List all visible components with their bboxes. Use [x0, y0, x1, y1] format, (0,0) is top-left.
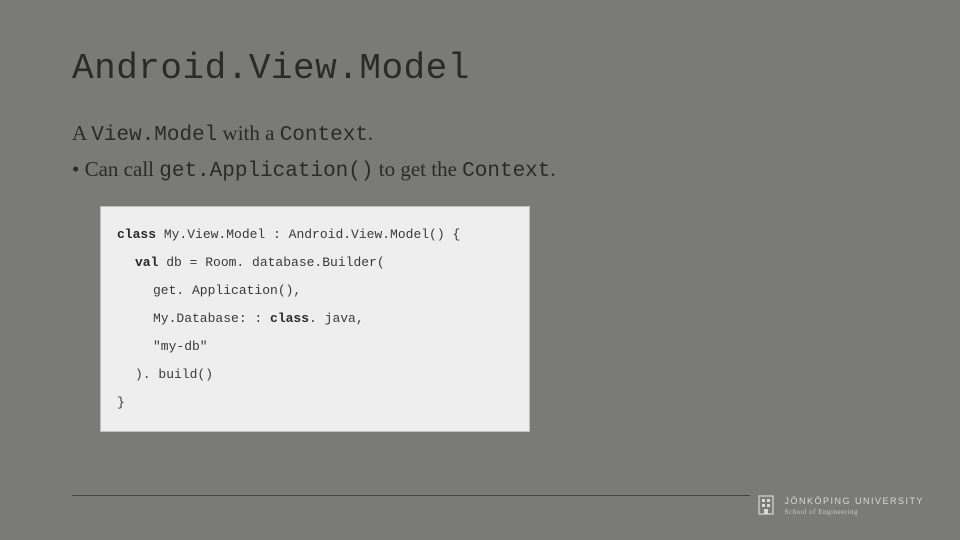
code-block: class My.View.Model : Android.View.Model…: [100, 206, 530, 432]
text-suffix: .: [368, 121, 373, 145]
text-prefix: A: [72, 121, 91, 145]
footer-logo: JÖNKÖPING UNIVERSITY School of Engineeri…: [756, 494, 924, 518]
code-line-6: ). build(): [117, 361, 513, 389]
university-logo-icon: [756, 494, 776, 518]
code-span-context: Context: [280, 124, 368, 147]
code-line-3: get. Application(),: [117, 277, 513, 305]
code-text: . java,: [309, 311, 364, 326]
text-mid: with a: [217, 121, 279, 145]
code-text: db = Room. database.Builder(: [158, 255, 384, 270]
code-line-1: class My.View.Model : Android.View.Model…: [117, 221, 513, 249]
footer-logo-text-wrap: JÖNKÖPING UNIVERSITY School of Engineeri…: [784, 496, 924, 515]
body-line-1: A View.Model with a Context. • Can call …: [72, 117, 888, 188]
code-text: My.View.Model : Android.View.Model() {: [156, 227, 460, 242]
code-span-context2: Context: [462, 160, 550, 183]
text-suffix2: .: [550, 157, 555, 181]
keyword-class2: class: [270, 311, 309, 326]
code-span-getapplication: get.Application(): [159, 160, 373, 183]
university-name: JÖNKÖPING UNIVERSITY: [784, 496, 924, 507]
code-line-4: My.Database: : class. java,: [117, 305, 513, 333]
code-line-7: }: [117, 389, 513, 417]
keyword-class: class: [117, 227, 156, 242]
text-mid2: to get the: [374, 157, 463, 181]
code-text: My.Database: :: [153, 311, 270, 326]
code-line-5: "my-db": [117, 333, 513, 361]
keyword-val: val: [135, 255, 158, 270]
footer-divider: [72, 495, 750, 496]
school-name: School of Engineering: [784, 508, 924, 516]
slide-content: Android.View.Model A View.Model with a C…: [0, 0, 960, 540]
slide-title: Android.View.Model: [72, 48, 888, 89]
code-line-2: val db = Room. database.Builder(: [117, 249, 513, 277]
bullet-text: • Can call: [72, 157, 159, 181]
code-span-viewmodel: View.Model: [91, 124, 217, 147]
